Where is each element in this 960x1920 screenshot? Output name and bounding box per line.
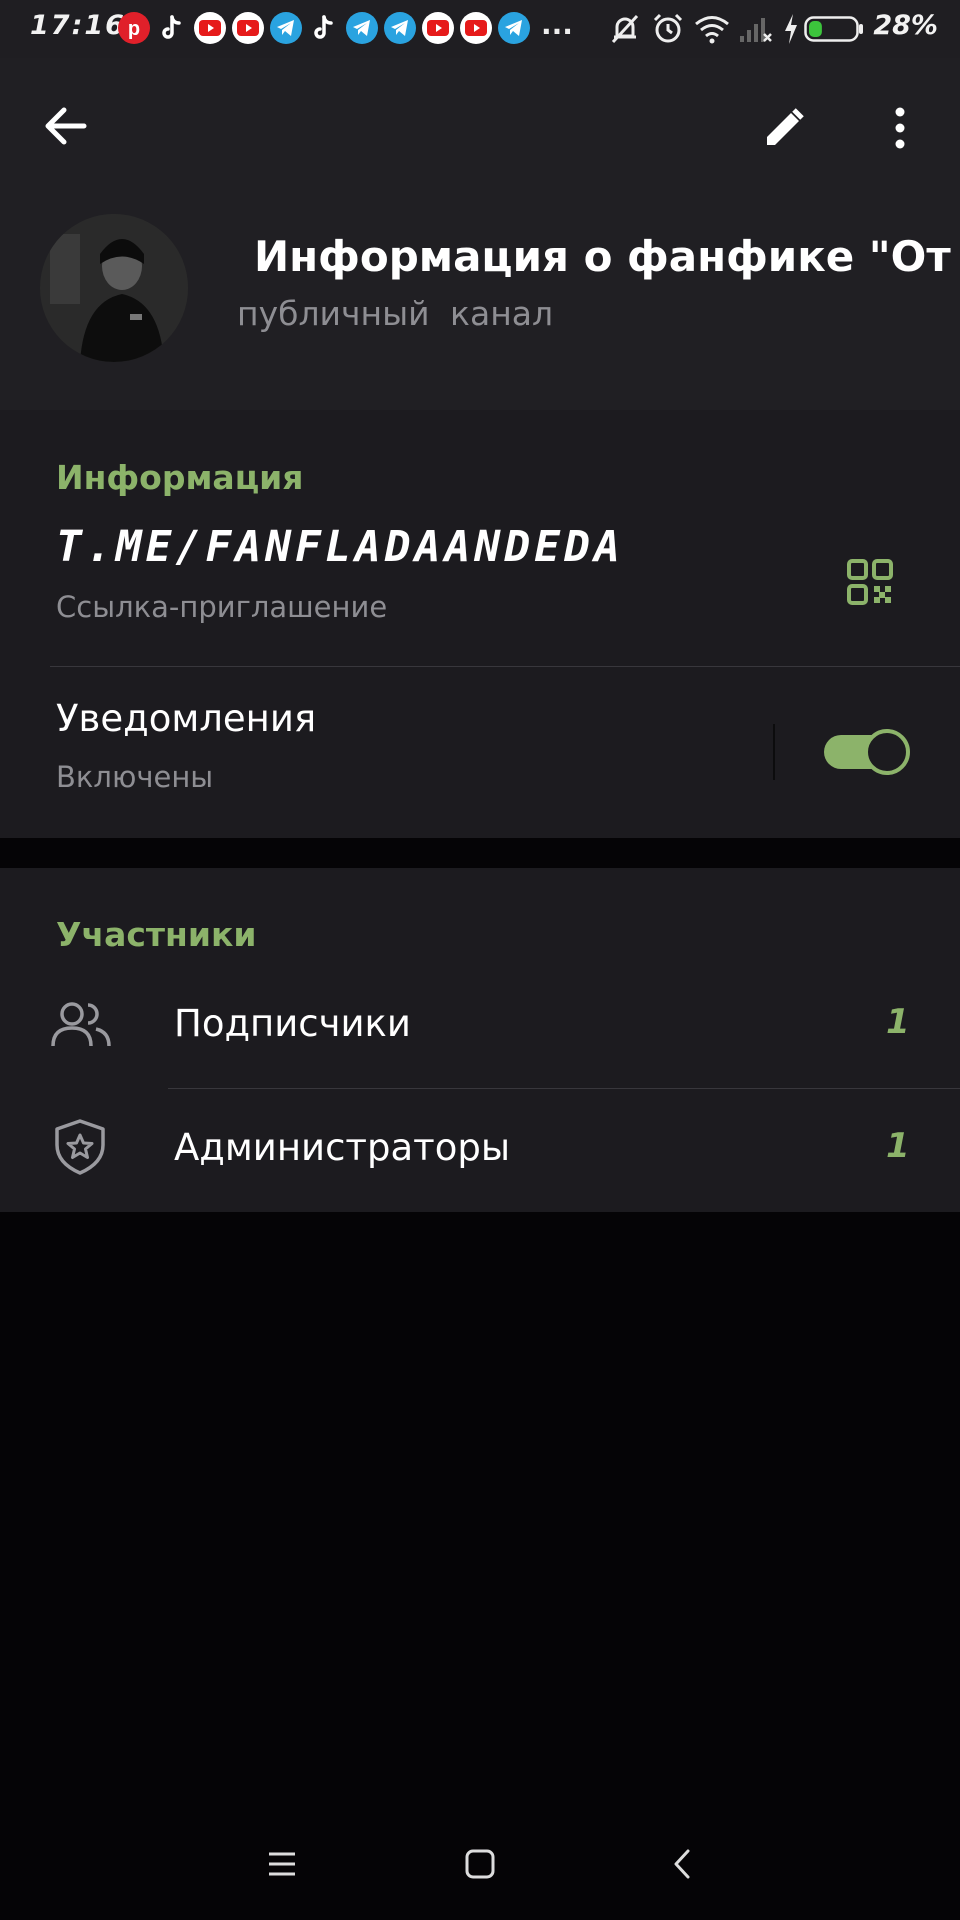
back-button[interactable] bbox=[36, 96, 96, 156]
divider bbox=[168, 1088, 960, 1089]
telegram-icon bbox=[498, 12, 530, 44]
info-section-title: Информация bbox=[56, 458, 304, 497]
channel-type: публичный канал bbox=[237, 294, 554, 333]
youtube-icon bbox=[460, 12, 492, 44]
status-time: 17:16 bbox=[30, 10, 126, 41]
notification-icons: p bbox=[118, 10, 530, 46]
home-button[interactable] bbox=[450, 1840, 510, 1888]
people-icon bbox=[50, 1000, 112, 1054]
wifi-icon bbox=[694, 14, 730, 48]
more-vert-icon bbox=[895, 107, 905, 149]
more-notifications-indicator: ... bbox=[541, 8, 573, 41]
participants-section-title: Участники bbox=[56, 915, 257, 954]
section-gap bbox=[0, 838, 960, 868]
youtube-icon bbox=[194, 12, 226, 44]
qr-code-button[interactable] bbox=[840, 552, 900, 612]
channel-title: Информация о фанфике "От н bbox=[254, 232, 960, 281]
notifications-state: Включены bbox=[56, 760, 214, 794]
battery-icon bbox=[804, 16, 864, 46]
avatar-photo bbox=[40, 214, 188, 362]
battery-fill bbox=[809, 21, 822, 37]
alarm-icon bbox=[651, 12, 685, 50]
qr-code-icon bbox=[847, 559, 893, 605]
youtube-icon bbox=[422, 12, 454, 44]
charging-icon bbox=[782, 12, 800, 50]
telegram-icon bbox=[346, 12, 378, 44]
youtube-icon bbox=[232, 12, 264, 44]
tiktok-icon bbox=[156, 12, 188, 44]
subscribers-row[interactable] bbox=[0, 978, 960, 1088]
subscribers-label: Подписчики bbox=[174, 1002, 411, 1045]
administrators-label: Администраторы bbox=[174, 1126, 511, 1169]
status-bar: 17:16 p ... 28% bbox=[0, 0, 960, 58]
administrators-count: 1 bbox=[886, 1126, 910, 1166]
avatar[interactable] bbox=[40, 214, 188, 362]
tiktok-icon bbox=[308, 12, 340, 44]
menu-icon bbox=[269, 1852, 295, 1876]
toggle-separator bbox=[773, 724, 775, 780]
back-arrow-icon bbox=[45, 107, 87, 145]
chevron-left-icon bbox=[674, 1849, 690, 1879]
pencil-icon bbox=[767, 108, 804, 145]
edit-button[interactable] bbox=[752, 96, 816, 160]
invite-link-caption: Ссылка-приглашение bbox=[56, 590, 388, 624]
svg-text:p: p bbox=[128, 18, 140, 39]
notifications-label[interactable]: Уведомления bbox=[56, 697, 316, 740]
system-back-button[interactable] bbox=[652, 1840, 712, 1888]
notifications-toggle[interactable] bbox=[824, 729, 910, 775]
divider bbox=[50, 666, 960, 667]
more-options-button[interactable] bbox=[872, 96, 928, 160]
telegram-icon bbox=[384, 12, 416, 44]
toggle-knob bbox=[864, 729, 910, 775]
battery-percent: 28% bbox=[873, 10, 938, 41]
silent-bell-icon bbox=[608, 12, 642, 50]
recents-button[interactable] bbox=[252, 1842, 312, 1886]
home-square-icon bbox=[465, 1849, 495, 1879]
invite-link[interactable]: t.me/fanfladaandeda bbox=[56, 522, 624, 572]
pinterest-icon: p bbox=[118, 12, 150, 44]
signal-icon bbox=[738, 14, 772, 48]
telegram-icon bbox=[270, 12, 302, 44]
subscribers-count: 1 bbox=[886, 1002, 910, 1042]
shield-star-icon bbox=[52, 1118, 108, 1180]
